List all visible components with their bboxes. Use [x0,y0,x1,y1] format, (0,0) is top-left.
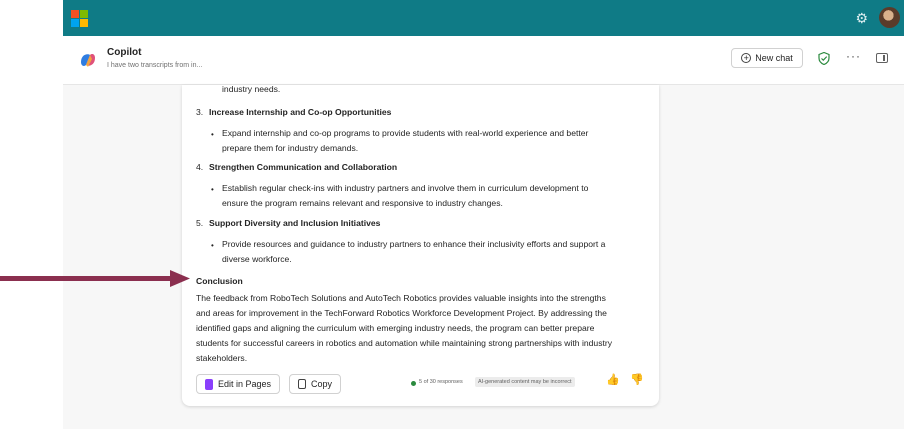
bullet-text: prepare them for industry demands. [222,143,359,153]
list-number: 5. [196,218,204,228]
bullet-text: ensure the program remains relevant and … [222,198,503,208]
copy-label: Copy [311,379,333,389]
copilot-app: Copilot I have two transcripts from in..… [63,36,904,429]
chat-subtitle: I have two transcripts from in... [107,62,203,69]
copy-button[interactable]: Copy [289,374,342,394]
microsoft-logo-icon[interactable] [71,10,88,27]
bullet-icon: • [211,130,214,139]
conclusion-line: identified gaps and aligning the curricu… [196,323,595,333]
ai-disclaimer-badge: AI-generated content may be incorrect [475,377,575,387]
bullet-icon: • [211,185,214,194]
new-chat-button[interactable]: + New chat [731,48,803,68]
more-options-icon[interactable]: ··· [846,49,861,63]
list-number: 4. [196,162,204,172]
conclusion-line: stakeholders. [196,353,248,363]
new-chat-label: New chat [755,53,793,63]
bullet-text: Provide resources and guidance to indust… [222,239,606,249]
list-heading: Increase Internship and Co-op Opportunit… [209,107,392,117]
conclusion-heading: Conclusion [196,276,243,286]
edit-in-pages-button[interactable]: Edit in Pages [196,374,281,394]
side-panel-icon[interactable] [876,53,888,63]
list-heading: Strengthen Communication and Collaborati… [209,162,398,172]
plus-circle-icon: + [741,53,752,63]
bullet-text: Establish regular check-ins with industr… [222,183,589,193]
conclusion-line: students for successful careers in robot… [196,338,613,348]
edit-in-pages-label: Edit in Pages [218,379,272,389]
thumbs-down-icon[interactable]: 👎 [630,373,644,386]
bullet-text: Expand internship and co-op programs to … [222,128,589,138]
conclusion-line: The feedback from RoboTech Solutions and… [196,293,606,303]
chat-header: Copilot I have two transcripts from in..… [63,36,904,85]
response-count: 5 of 30 responses [419,379,463,385]
list-heading: Support Diversity and Inclusion Initiati… [209,218,381,228]
response-card: industry needs. 3. Increase Internship a… [182,84,659,406]
bullet-icon: • [211,241,214,250]
pages-icon [205,378,213,390]
copilot-logo-icon [81,54,95,67]
conclusion-line: and areas for improvement in the TechFor… [196,308,607,318]
list-number: 3. [196,107,204,117]
status-dot-icon [411,381,416,386]
annotation-arrow-icon [0,270,190,287]
copy-icon [298,379,306,389]
app-title: Copilot [107,47,142,58]
shield-check-icon[interactable] [818,52,830,65]
prev-item-tail: industry needs. [222,84,281,94]
gear-icon[interactable]: ⚙ [855,9,868,27]
thumbs-up-icon[interactable]: 👍 [606,373,620,386]
avatar[interactable] [879,7,900,28]
bullet-text: diverse workforce. [222,254,292,264]
top-bar: ⚙ [63,0,904,36]
